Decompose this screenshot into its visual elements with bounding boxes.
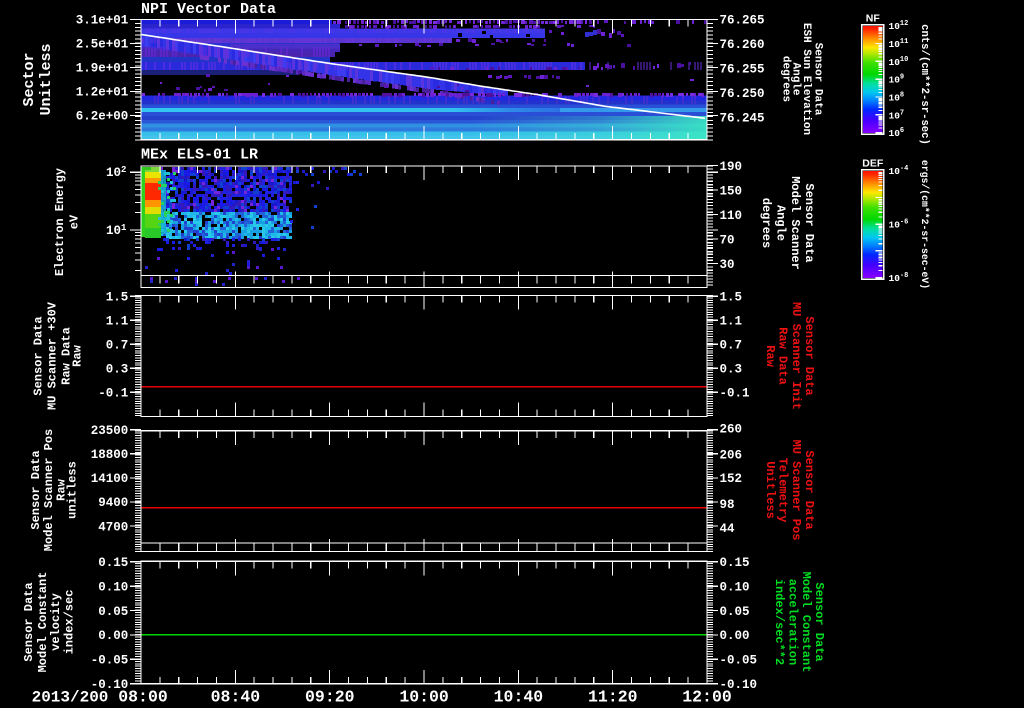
svg-text:30: 30 bbox=[720, 258, 735, 272]
svg-text:10:40: 10:40 bbox=[494, 688, 544, 707]
svg-text:Sensor Data: Sensor Data bbox=[802, 183, 816, 262]
svg-text:11:20: 11:20 bbox=[588, 688, 638, 707]
svg-text:eV: eV bbox=[68, 214, 82, 229]
svg-text:0.00: 0.00 bbox=[720, 629, 750, 643]
svg-text:0.7: 0.7 bbox=[106, 339, 129, 353]
svg-text:Sensor Data: Sensor Data bbox=[802, 450, 816, 529]
svg-text:76.255: 76.255 bbox=[720, 62, 765, 76]
svg-text:12:00: 12:00 bbox=[682, 688, 732, 707]
svg-text:08:00: 08:00 bbox=[118, 688, 168, 707]
svg-text:0.7: 0.7 bbox=[720, 339, 743, 353]
svg-text:Sensor Data: Sensor Data bbox=[812, 582, 826, 661]
svg-text:0.3: 0.3 bbox=[106, 363, 129, 377]
svg-text:0.15: 0.15 bbox=[98, 556, 128, 570]
svg-text:Model Constant: Model Constant bbox=[36, 572, 50, 673]
svg-text:degrees: degrees bbox=[759, 198, 773, 248]
svg-text:degrees: degrees bbox=[780, 56, 792, 102]
svg-text:MU Scanner Init: MU Scanner Init bbox=[789, 302, 803, 410]
svg-text:3.1e+01: 3.1e+01 bbox=[76, 14, 129, 28]
svg-text:190: 190 bbox=[720, 160, 743, 174]
svg-text:Sensor Data: Sensor Data bbox=[29, 450, 43, 529]
svg-text:23500: 23500 bbox=[91, 424, 129, 438]
svg-text:MEx ELS-01 LR: MEx ELS-01 LR bbox=[141, 146, 258, 163]
svg-text:ergs/(cm**2-sr-sec-eV): ergs/(cm**2-sr-sec-eV) bbox=[919, 160, 930, 289]
svg-text:acceleration: acceleration bbox=[786, 579, 800, 665]
svg-text:1.1: 1.1 bbox=[106, 314, 129, 328]
svg-text:-0.1: -0.1 bbox=[98, 387, 128, 401]
svg-text:Sensor Data: Sensor Data bbox=[22, 582, 36, 661]
svg-text:-0.1: -0.1 bbox=[720, 387, 750, 401]
svg-text:Sensor Data: Sensor Data bbox=[802, 316, 816, 395]
svg-text:unitless: unitless bbox=[66, 461, 80, 519]
svg-text:2013/200: 2013/200 bbox=[32, 689, 109, 707]
svg-text:2.5e+01: 2.5e+01 bbox=[76, 38, 129, 52]
svg-text:Model Scanner: Model Scanner bbox=[788, 176, 802, 270]
svg-text:0.05: 0.05 bbox=[720, 605, 750, 619]
svg-text:98: 98 bbox=[720, 498, 735, 512]
svg-text:index/sec: index/sec bbox=[63, 590, 77, 655]
svg-text:10:00: 10:00 bbox=[399, 688, 449, 707]
svg-text:1.2e+01: 1.2e+01 bbox=[76, 86, 129, 100]
svg-text:index/sec**2: index/sec**2 bbox=[772, 579, 786, 665]
svg-text:0.3: 0.3 bbox=[720, 363, 743, 377]
svg-text:0.10: 0.10 bbox=[720, 580, 750, 594]
svg-text:MU Scanner +30V: MU Scanner +30V bbox=[46, 301, 60, 410]
svg-text:NF: NF bbox=[866, 13, 881, 25]
svg-text:9400: 9400 bbox=[98, 496, 128, 510]
svg-text:08:40: 08:40 bbox=[211, 688, 261, 707]
svg-text:MU Scanner Pos: MU Scanner Pos bbox=[789, 440, 803, 541]
svg-text:Unitless: Unitless bbox=[763, 461, 777, 519]
svg-text:150: 150 bbox=[720, 184, 743, 198]
svg-text:1.5: 1.5 bbox=[720, 290, 743, 304]
svg-text:44: 44 bbox=[720, 522, 736, 536]
svg-text:76.250: 76.250 bbox=[720, 87, 765, 101]
svg-text:260: 260 bbox=[720, 422, 743, 436]
svg-text:Angle: Angle bbox=[774, 205, 788, 241]
svg-text:Model Constant: Model Constant bbox=[799, 572, 813, 673]
svg-text:0.10: 0.10 bbox=[98, 580, 128, 594]
svg-text:6.2e+00: 6.2e+00 bbox=[76, 110, 129, 124]
svg-text:110: 110 bbox=[720, 209, 743, 223]
svg-text:76.260: 76.260 bbox=[720, 38, 765, 52]
svg-text:76.265: 76.265 bbox=[720, 13, 765, 27]
svg-text:1.1: 1.1 bbox=[720, 314, 743, 328]
svg-text:14100: 14100 bbox=[91, 472, 129, 486]
svg-text:Raw: Raw bbox=[71, 344, 85, 366]
svg-text:1.5: 1.5 bbox=[106, 290, 129, 304]
svg-text:Sensor Data: Sensor Data bbox=[32, 316, 46, 395]
svg-text:09:20: 09:20 bbox=[305, 688, 355, 707]
svg-text:Sensor Data: Sensor Data bbox=[811, 43, 823, 116]
svg-text:206: 206 bbox=[720, 449, 743, 463]
svg-text:DEF: DEF bbox=[862, 158, 884, 170]
svg-text:-0.05: -0.05 bbox=[720, 654, 758, 668]
svg-text:0.05: 0.05 bbox=[98, 605, 128, 619]
svg-text:Sector: Sector bbox=[21, 52, 38, 106]
svg-text:18800: 18800 bbox=[91, 448, 129, 462]
svg-text:0.00: 0.00 bbox=[98, 629, 128, 643]
svg-text:4700: 4700 bbox=[98, 520, 128, 534]
svg-text:NPI Vector Data: NPI Vector Data bbox=[141, 1, 276, 18]
svg-text:Electron Energy: Electron Energy bbox=[53, 168, 67, 276]
svg-text:152: 152 bbox=[720, 472, 743, 486]
svg-text:70: 70 bbox=[720, 233, 735, 247]
svg-text:0.15: 0.15 bbox=[720, 556, 750, 570]
svg-text:cnts/(cm**2-sr-sec): cnts/(cm**2-sr-sec) bbox=[918, 24, 930, 145]
svg-text:Raw: Raw bbox=[763, 345, 777, 367]
svg-text:-0.05: -0.05 bbox=[91, 654, 129, 668]
svg-text:76.245: 76.245 bbox=[720, 111, 765, 125]
svg-text:velocity: velocity bbox=[49, 593, 63, 651]
svg-text:1.9e+01: 1.9e+01 bbox=[76, 62, 129, 76]
svg-text:Unitless: Unitless bbox=[38, 43, 55, 115]
